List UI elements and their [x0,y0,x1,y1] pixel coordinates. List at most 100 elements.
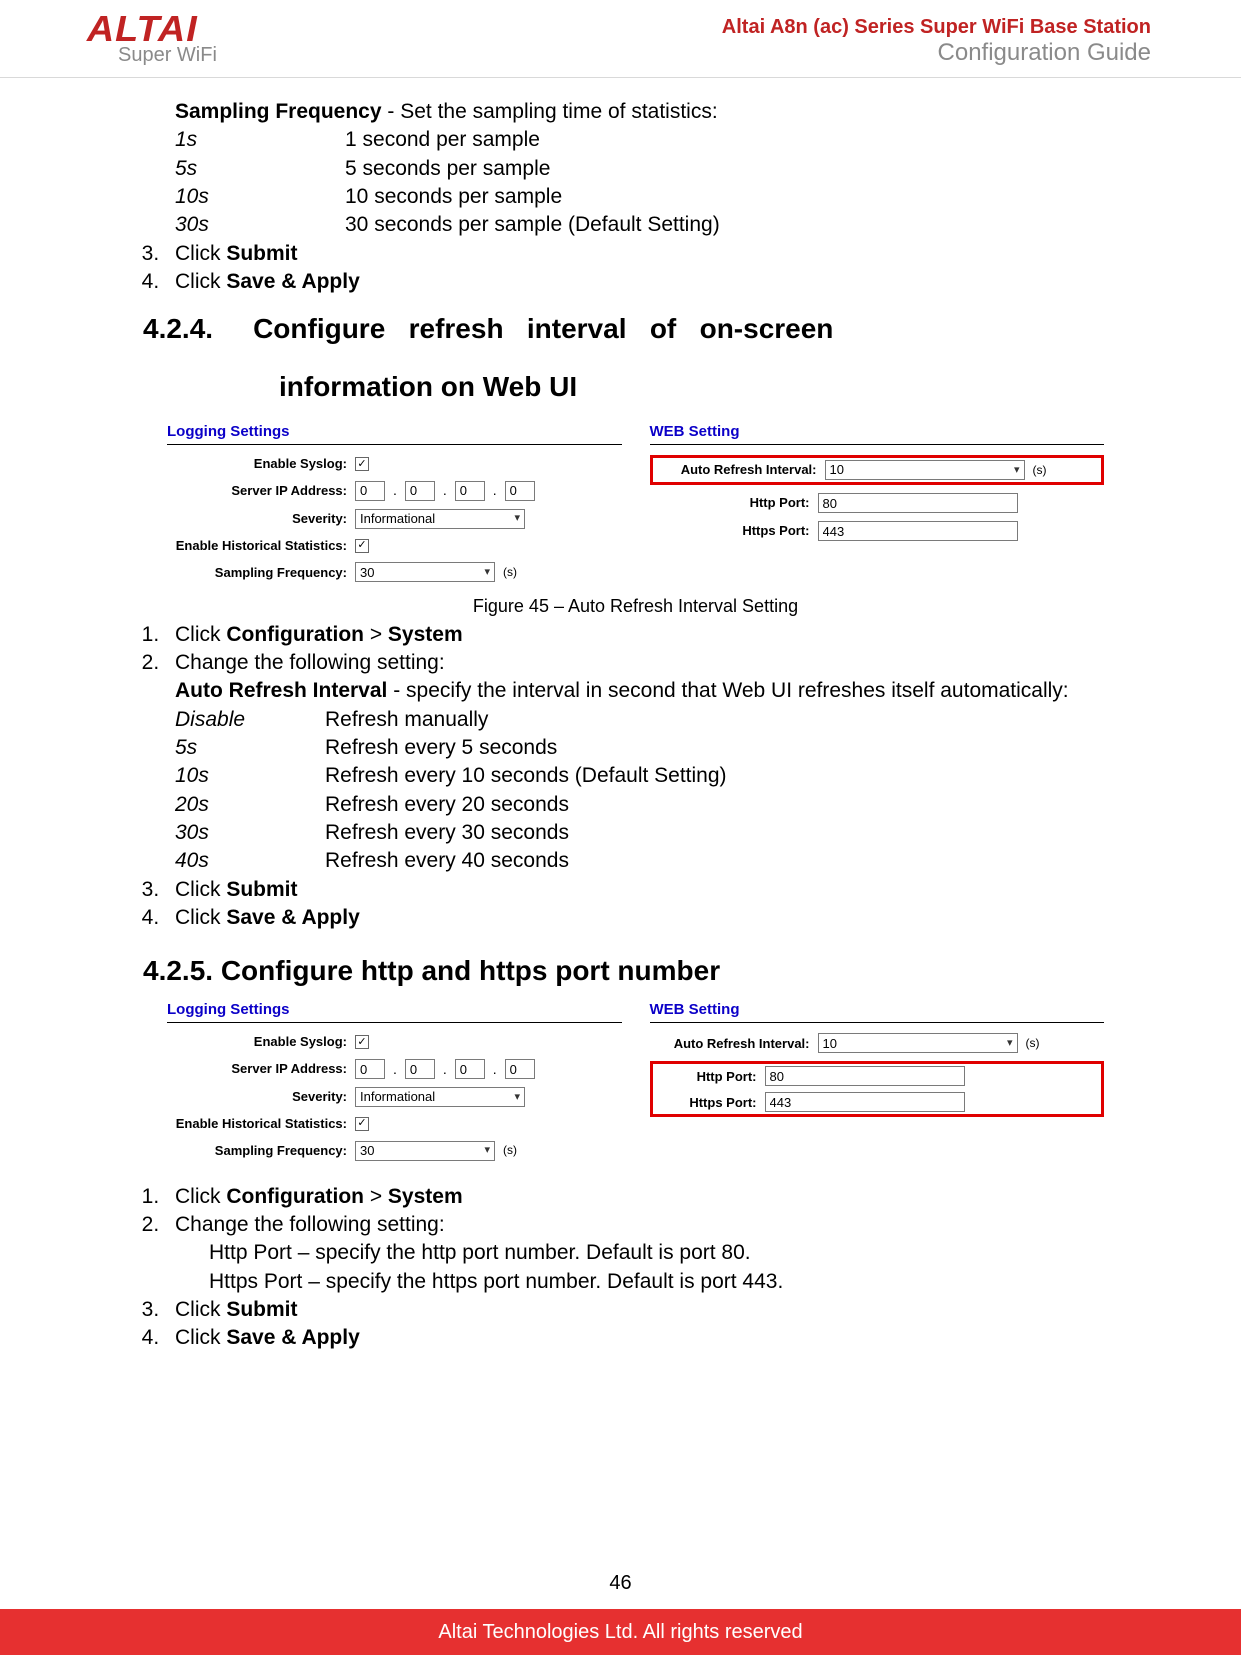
http-port-row-2: Http Port: [657,1066,1098,1086]
step-pre: Click [175,878,226,901]
http-port-label-2: Http Port: [657,1068,757,1086]
ip-part-3[interactable] [455,481,485,501]
table-row: 10sRefresh every 10 seconds (Default Set… [175,762,1096,790]
enable-syslog-label-2: Enable Syslog: [167,1033,347,1051]
step-item: Click Submit [165,240,1096,268]
severity-select-2[interactable]: Informational [355,1087,525,1107]
ui-right-col-2: WEB Setting Auto Refresh Interval: 10 (s… [650,1000,1105,1168]
ip-part-1b[interactable] [355,1059,385,1079]
logo: ALTAI Super WiFi [90,8,217,67]
auto-refresh-row-highlighted: Auto Refresh Interval: 10 (s) [650,455,1105,485]
step-item: Change the following setting: Auto Refre… [165,649,1096,876]
step2-text: Change the following setting: [175,651,445,674]
cell-val: Refresh every 30 seconds [325,819,1096,847]
table-row: 5s5 seconds per sample [175,155,1096,183]
sampling-freq-select-2[interactable]: 30 [355,1141,495,1161]
step-gt: > [364,1185,388,1208]
page-number: 46 [0,1572,1241,1595]
auto-refresh-select-2[interactable]: 10 [818,1033,1018,1053]
page-header: ALTAI Super WiFi Altai A8n (ac) Series S… [0,0,1241,78]
ip-part-4[interactable] [505,481,535,501]
ui-left-col-2: Logging Settings Enable Syslog: ✓ Server… [167,1000,632,1168]
footer-bar: Altai Technologies Ltd. All rights reser… [0,1609,1241,1655]
table-row: 5sRefresh every 5 seconds [175,734,1096,762]
hist-stats-checkbox-2[interactable]: ✓ [355,1117,369,1131]
ui-left-col: Logging Settings Enable Syslog: ✓ Server… [167,422,632,590]
sampling-bold: Sampling Frequency [175,100,382,123]
step-pre: Click [175,270,226,293]
http-port-input-2[interactable] [765,1066,965,1086]
https-port-input[interactable] [818,521,1018,541]
step-item: Click Submit [165,1296,1096,1324]
auto-refresh-label: Auto Refresh Interval: [657,461,817,479]
cell-key: 5s [175,155,345,183]
auto-refresh-select[interactable]: 10 [825,460,1025,480]
server-ip-row-2: Server IP Address: . . . [167,1059,622,1079]
https-port-row-2: Https Port: [657,1092,1098,1112]
enable-syslog-checkbox-2[interactable]: ✓ [355,1035,369,1049]
ip-part-4b[interactable] [505,1059,535,1079]
http-port-desc: Http Port – specify the http port number… [209,1239,1096,1267]
ui-panel-1: Logging Settings Enable Syslog: ✓ Server… [167,422,1104,590]
heading-prefix: 4.2.4. [143,310,213,348]
sampling-table: 1s1 second per sample 5s5 seconds per sa… [175,126,1096,239]
cell-key: 30s [175,211,345,239]
sampling-freq-label-2: Sampling Frequency: [167,1142,347,1160]
step-bold: Configuration [226,623,364,646]
step-pre: Click [175,623,226,646]
ip-part-3b[interactable] [455,1059,485,1079]
step-bold2: System [388,623,463,646]
https-port-input-2[interactable] [765,1092,965,1112]
auto-refresh-desc: Auto Refresh Interval - specify the inte… [175,677,1096,705]
content: Sampling Frequency - Set the sampling ti… [0,78,1241,1353]
step-bold: Configuration [226,1185,364,1208]
sampling-lead: Sampling Frequency - Set the sampling ti… [175,98,1096,126]
cell-val: 30 seconds per sample (Default Setting) [345,211,1096,239]
hist-stats-label-2: Enable Historical Statistics: [167,1115,347,1133]
sampling-freq-row: Sampling Frequency: 30 (s) [167,562,622,582]
logging-settings-title-2: Logging Settings [167,1000,622,1023]
severity-select[interactable]: Informational [355,509,525,529]
sampling-section: Sampling Frequency - Set the sampling ti… [175,98,1096,240]
auto-refresh-label-2: Auto Refresh Interval: [650,1035,810,1053]
server-ip-row: Server IP Address: . . . [167,481,622,501]
severity-label-2: Severity: [167,1088,347,1106]
severity-row: Severity: Informational [167,509,622,529]
step-pre: Click [175,242,226,265]
table-row: 30s30 seconds per sample (Default Settin… [175,211,1096,239]
sampling-freq-label: Sampling Frequency: [167,564,347,582]
hist-stats-checkbox[interactable]: ✓ [355,539,369,553]
product-line: Altai A8n (ac) Series Super WiFi Base St… [722,16,1151,39]
sampling-rest: - Set the sampling time of statistics: [382,100,718,123]
step-item: Click Save & Apply [165,268,1096,296]
step-item: Click Configuration > System [165,621,1096,649]
auto-refresh-row-2: Auto Refresh Interval: 10 (s) [650,1033,1105,1053]
https-port-desc: Https Port – specify the https port numb… [209,1268,1096,1296]
figure-45-caption: Figure 45 – Auto Refresh Interval Settin… [175,594,1096,618]
http-port-label: Http Port: [650,494,810,512]
sampling-freq-select[interactable]: 30 [355,562,495,582]
step-item: Change the following setting: Http Port … [165,1211,1096,1296]
http-port-input[interactable] [818,493,1018,513]
ip-part-2[interactable] [405,481,435,501]
sec425-steps: Click Configuration > System Change the … [137,1183,1096,1353]
table-row: 20sRefresh every 20 seconds [175,791,1096,819]
cell-val: Refresh every 5 seconds [325,734,1096,762]
logging-settings-title: Logging Settings [167,422,622,445]
heading-text: Configure refresh interval of on-screen [253,310,1096,348]
step-bold: Submit [226,878,297,901]
sampling-freq-row-2: Sampling Frequency: 30 (s) [167,1141,622,1161]
step-bold: Save & Apply [226,906,359,929]
sec-424-heading-line1: 4.2.4. Configure refresh interval of on-… [143,310,1096,348]
cell-key: 10s [175,762,325,790]
enable-syslog-checkbox[interactable]: ✓ [355,457,369,471]
ip-part-2b[interactable] [405,1059,435,1079]
cell-val: Refresh every 40 seconds [325,847,1096,875]
step-item: Click Save & Apply [165,1324,1096,1352]
header-right: Altai A8n (ac) Series Super WiFi Base St… [722,16,1151,67]
ip-part-1[interactable] [355,481,385,501]
web-setting-title-2: WEB Setting [650,1000,1105,1023]
auto-refresh-rest: - specify the interval in second that We… [387,679,1068,702]
step-bold: Submit [226,1298,297,1321]
step-item: Click Submit [165,876,1096,904]
